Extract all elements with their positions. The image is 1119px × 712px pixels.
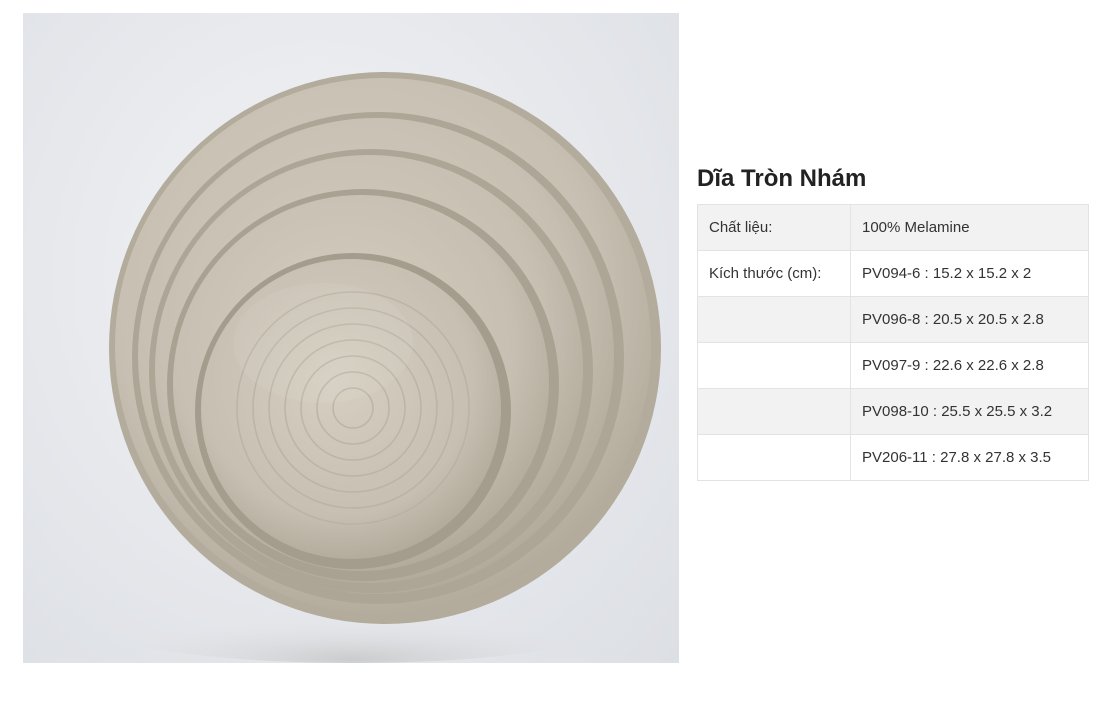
- spec-label: [697, 388, 851, 435]
- spec-value: PV097-9 : 22.6 x 22.6 x 2.8: [850, 342, 1089, 389]
- spec-label: Kích thước (cm):: [697, 250, 851, 297]
- spec-value: PV206-11 : 27.8 x 27.8 x 3.5: [850, 434, 1089, 481]
- product-info: Dĩa Tròn Nhám Chất liệu: 100% Melamine K…: [697, 164, 1089, 481]
- spec-value: PV098-10 : 25.5 x 25.5 x 3.2: [850, 388, 1089, 435]
- table-row: PV096-8 : 20.5 x 20.5 x 2.8: [697, 296, 1089, 343]
- table-row: PV098-10 : 25.5 x 25.5 x 3.2: [697, 388, 1089, 435]
- spec-label: [697, 342, 851, 389]
- table-row: PV206-11 : 27.8 x 27.8 x 3.5: [697, 434, 1089, 481]
- product-page: Dĩa Tròn Nhám Chất liệu: 100% Melamine K…: [0, 0, 1119, 712]
- table-row: Chất liệu: 100% Melamine: [697, 204, 1089, 251]
- product-image: [23, 13, 679, 663]
- table-row: PV097-9 : 22.6 x 22.6 x 2.8: [697, 342, 1089, 389]
- spec-label: [697, 434, 851, 481]
- plates-illustration: [93, 72, 661, 663]
- spec-value: PV094-6 : 15.2 x 15.2 x 2: [850, 250, 1089, 297]
- product-title: Dĩa Tròn Nhám: [697, 165, 867, 192]
- spec-label: Chất liệu:: [697, 204, 851, 251]
- spec-table: Chất liệu: 100% Melamine Kích thước (cm)…: [697, 204, 1089, 481]
- table-row: Kích thước (cm): PV094-6 : 15.2 x 15.2 x…: [697, 250, 1089, 297]
- spec-value: PV096-8 : 20.5 x 20.5 x 2.8: [850, 296, 1089, 343]
- spec-label: [697, 296, 851, 343]
- spec-value: 100% Melamine: [850, 204, 1089, 251]
